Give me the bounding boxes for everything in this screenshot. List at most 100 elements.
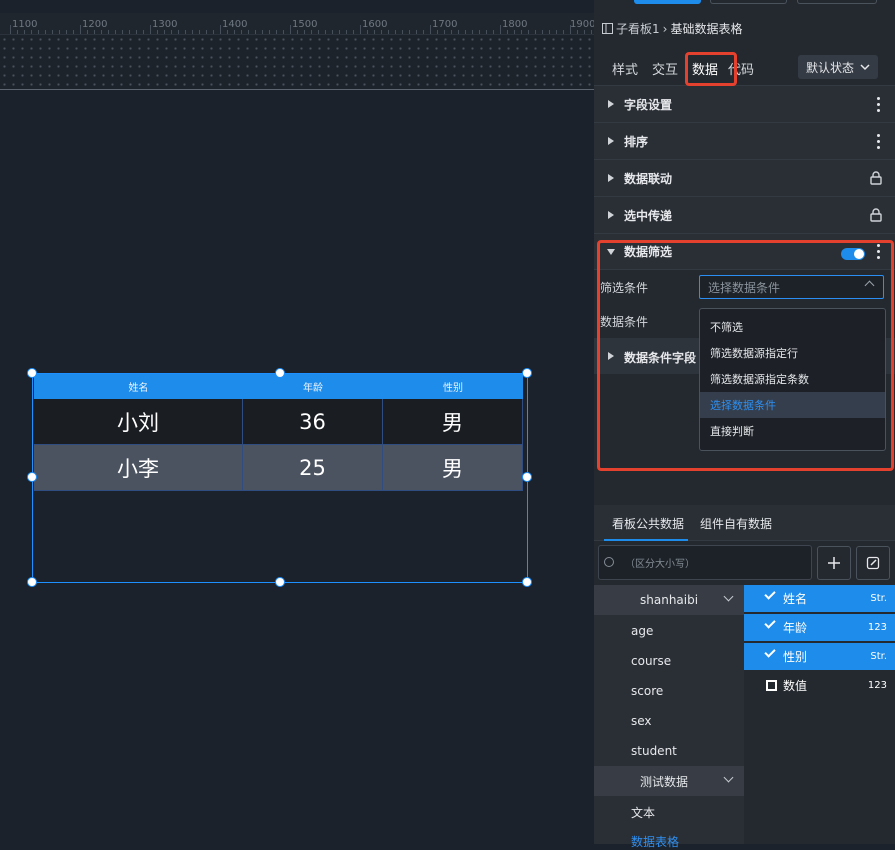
active-tab-indicator bbox=[604, 539, 688, 541]
section-data-linkage[interactable]: 数据联动 bbox=[594, 160, 895, 197]
section-sort[interactable]: 排序 bbox=[594, 123, 895, 160]
table-cell: 36 bbox=[243, 399, 383, 445]
tree-item[interactable]: sex bbox=[631, 714, 652, 728]
resize-handle-left[interactable] bbox=[27, 472, 37, 482]
design-canvas[interactable]: 1100 1200 1300 1400 1500 1600 1700 1800 … bbox=[0, 0, 599, 844]
tree-item[interactable]: student bbox=[631, 744, 677, 758]
ruler-tick bbox=[584, 30, 585, 34]
resize-handle-top[interactable] bbox=[275, 368, 285, 378]
ruler-label: 1300 bbox=[152, 19, 178, 30]
ruler-tick bbox=[318, 30, 319, 34]
search-input[interactable]: （区分大小写） bbox=[598, 545, 812, 580]
field-name: 姓名 bbox=[783, 592, 808, 606]
field-row[interactable]: 性别 Str. bbox=[744, 643, 895, 670]
selected-table-component[interactable]: 姓名 年龄 性别 小刘 36 男 小李 25 男 bbox=[27, 368, 532, 587]
chevron-down-icon bbox=[860, 63, 870, 70]
breadcrumb-separator: › bbox=[662, 21, 668, 36]
top-primary-button[interactable] bbox=[634, 0, 701, 4]
tree-item[interactable]: age bbox=[631, 624, 653, 638]
tree-group[interactable]: shanhaibi bbox=[594, 585, 744, 615]
ruler-tick bbox=[213, 30, 214, 34]
table-cell: 小刘 bbox=[34, 399, 243, 445]
ruler-tick bbox=[94, 30, 95, 34]
tree-item[interactable]: 文本 bbox=[631, 804, 655, 821]
ruler-tick bbox=[549, 30, 550, 34]
ruler-tick bbox=[304, 30, 305, 34]
ruler-tick bbox=[129, 30, 130, 34]
ruler-tick bbox=[136, 30, 137, 34]
ruler-tick bbox=[325, 30, 326, 34]
ruler-tick bbox=[542, 30, 543, 34]
ruler-tick bbox=[171, 30, 172, 34]
caret-right-icon bbox=[608, 100, 614, 108]
column-header: 性别 bbox=[443, 383, 463, 394]
field-row[interactable]: 姓名 Str. bbox=[744, 585, 895, 612]
ruler-label: 1100 bbox=[12, 19, 38, 30]
data-source-tabs: 看板公共数据 组件自有数据 bbox=[594, 505, 895, 541]
top-secondary-button[interactable] bbox=[797, 0, 877, 4]
state-select[interactable]: 默认状态 bbox=[798, 55, 878, 79]
ruler-tick bbox=[388, 30, 389, 34]
top-secondary-button[interactable] bbox=[710, 0, 787, 4]
resize-handle-bottom[interactable] bbox=[275, 577, 285, 587]
section-title: 数据联动 bbox=[624, 171, 673, 186]
ruler-tick bbox=[353, 30, 354, 34]
section-title: 选中传递 bbox=[624, 208, 673, 223]
tree-group-label: 测试数据 bbox=[640, 774, 689, 789]
tab-component-data[interactable]: 组件自有数据 bbox=[700, 515, 772, 532]
table-cell: 小李 bbox=[34, 445, 243, 491]
ruler-tick bbox=[556, 30, 557, 34]
ruler-tick bbox=[262, 30, 263, 34]
ruler-tick bbox=[24, 30, 25, 34]
ruler-tick bbox=[514, 30, 515, 34]
ruler-tick bbox=[269, 30, 270, 34]
field-row[interactable]: 年龄 123 bbox=[744, 614, 895, 641]
ruler-tick bbox=[10, 25, 11, 34]
resize-handle-top-left[interactable] bbox=[27, 368, 37, 378]
tab-style[interactable]: 样式 bbox=[612, 59, 638, 78]
highlight-box bbox=[685, 52, 737, 86]
ruler-tick bbox=[115, 30, 116, 34]
tab-public-data[interactable]: 看板公共数据 bbox=[612, 515, 684, 532]
checkmark-icon[interactable] bbox=[764, 588, 776, 600]
ruler-tick bbox=[206, 30, 207, 34]
board-icon bbox=[602, 23, 613, 34]
add-button[interactable] bbox=[817, 546, 851, 580]
section-selection-pass[interactable]: 选中传递 bbox=[594, 197, 895, 234]
tree-group[interactable]: 测试数据 bbox=[594, 766, 744, 796]
ruler-tick bbox=[178, 30, 179, 34]
ruler-tick bbox=[402, 30, 403, 34]
field-row[interactable]: 数值 123 bbox=[744, 672, 895, 699]
ruler-tick bbox=[346, 30, 347, 34]
tree-item[interactable]: course bbox=[631, 654, 671, 668]
more-icon[interactable] bbox=[877, 133, 881, 149]
checkmark-icon[interactable] bbox=[764, 617, 776, 629]
resize-handle-right[interactable] bbox=[522, 472, 532, 482]
tree-item-active[interactable]: 数据表格 bbox=[631, 833, 679, 850]
chevron-down-icon bbox=[723, 772, 734, 783]
section-field-settings[interactable]: 字段设置 bbox=[594, 86, 895, 123]
ruler-tick bbox=[185, 30, 186, 34]
ruler-tick bbox=[276, 30, 277, 34]
edit-button[interactable] bbox=[856, 546, 890, 580]
tree-group-label: shanhaibi bbox=[640, 593, 699, 607]
ruler-tick bbox=[591, 30, 592, 34]
field-type: 123 bbox=[867, 622, 887, 633]
tab-interaction[interactable]: 交互 bbox=[652, 59, 678, 78]
resize-handle-bottom-right[interactable] bbox=[522, 577, 532, 587]
field-name: 性别 bbox=[783, 650, 808, 664]
resize-handle-bottom-left[interactable] bbox=[27, 577, 37, 587]
table-cell: 男 bbox=[383, 445, 523, 491]
resize-handle-top-right[interactable] bbox=[522, 368, 532, 378]
checkmark-icon[interactable] bbox=[764, 646, 776, 658]
ruler-label: 1200 bbox=[82, 19, 108, 30]
ruler-tick bbox=[255, 30, 256, 34]
checkbox-icon[interactable] bbox=[766, 680, 777, 691]
breadcrumb-parent[interactable]: 子看板1 bbox=[616, 20, 660, 37]
tree-item[interactable]: score bbox=[631, 684, 663, 698]
ruler-tick bbox=[283, 30, 284, 34]
more-icon[interactable] bbox=[877, 96, 881, 112]
ruler-tick bbox=[73, 30, 74, 34]
ruler-tick bbox=[220, 25, 221, 34]
ruler-tick bbox=[339, 30, 340, 34]
